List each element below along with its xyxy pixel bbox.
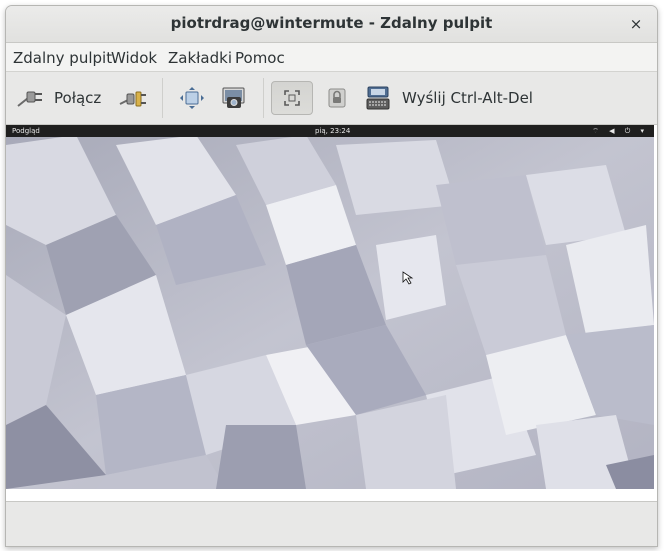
close-button[interactable]: × [625,13,647,35]
fit-window-icon [180,87,204,109]
keyboard-icon [366,86,390,110]
keyboard-grab-button[interactable] [320,81,354,115]
remote-wallpaper [6,125,654,489]
screenshot-icon [222,87,245,108]
window-title: piotrdrag@wintermute - Zdalny pulpit [170,14,493,32]
toolbar-separator [162,78,163,118]
remote-clock: pią, 23:24 [315,127,351,135]
lock-icon [328,88,346,108]
toolbar-separator [263,78,264,118]
unplug-icon [119,91,146,107]
status-bar [6,502,657,546]
remote-display-area[interactable]: Podgląd pią, 23:24 ⌔ ◀ ⏻ ▾ [6,125,657,502]
remote-gnome-topbar: Podgląd pią, 23:24 ⌔ ◀ ⏻ ▾ [6,125,654,137]
title-bar[interactable]: piotrdrag@wintermute - Zdalny pulpit × [6,6,657,43]
toolbar: Połącz Wyślij Ctrl-Alt-Del [6,71,657,125]
disconnect-button[interactable] [114,81,150,115]
screenshot-button[interactable] [216,81,252,115]
send-ctrl-alt-del-button[interactable]: Wyślij Ctrl-Alt-Del [360,81,533,115]
fullscreen-button[interactable] [271,81,313,115]
menu-pomoc[interactable]: Pomoc [235,49,285,67]
menu-zdalny-pulpit[interactable]: Zdalny pulpit [13,49,112,67]
menu-zakladki[interactable]: Zakładki [168,49,232,67]
fullscreen-icon [284,90,300,106]
menu-bar: Zdalny pulpit Widok Zakładki Pomoc [6,43,657,71]
plug-icon [17,91,42,107]
connect-button[interactable]: Połącz [12,81,102,115]
remote-activities-label: Podgląd [12,127,40,135]
send-keys-label: Wyślij Ctrl-Alt-Del [402,89,533,107]
menu-widok[interactable]: Widok [111,49,157,67]
fit-window-button[interactable] [174,81,210,115]
connect-label: Połącz [54,89,102,107]
remote-desktop-view[interactable]: Podgląd pią, 23:24 ⌔ ◀ ⏻ ▾ [6,125,654,489]
app-window: piotrdrag@wintermute - Zdalny pulpit × Z… [5,5,658,547]
remote-status-icons: ⌔ ◀ ⏻ ▾ [592,127,648,135]
